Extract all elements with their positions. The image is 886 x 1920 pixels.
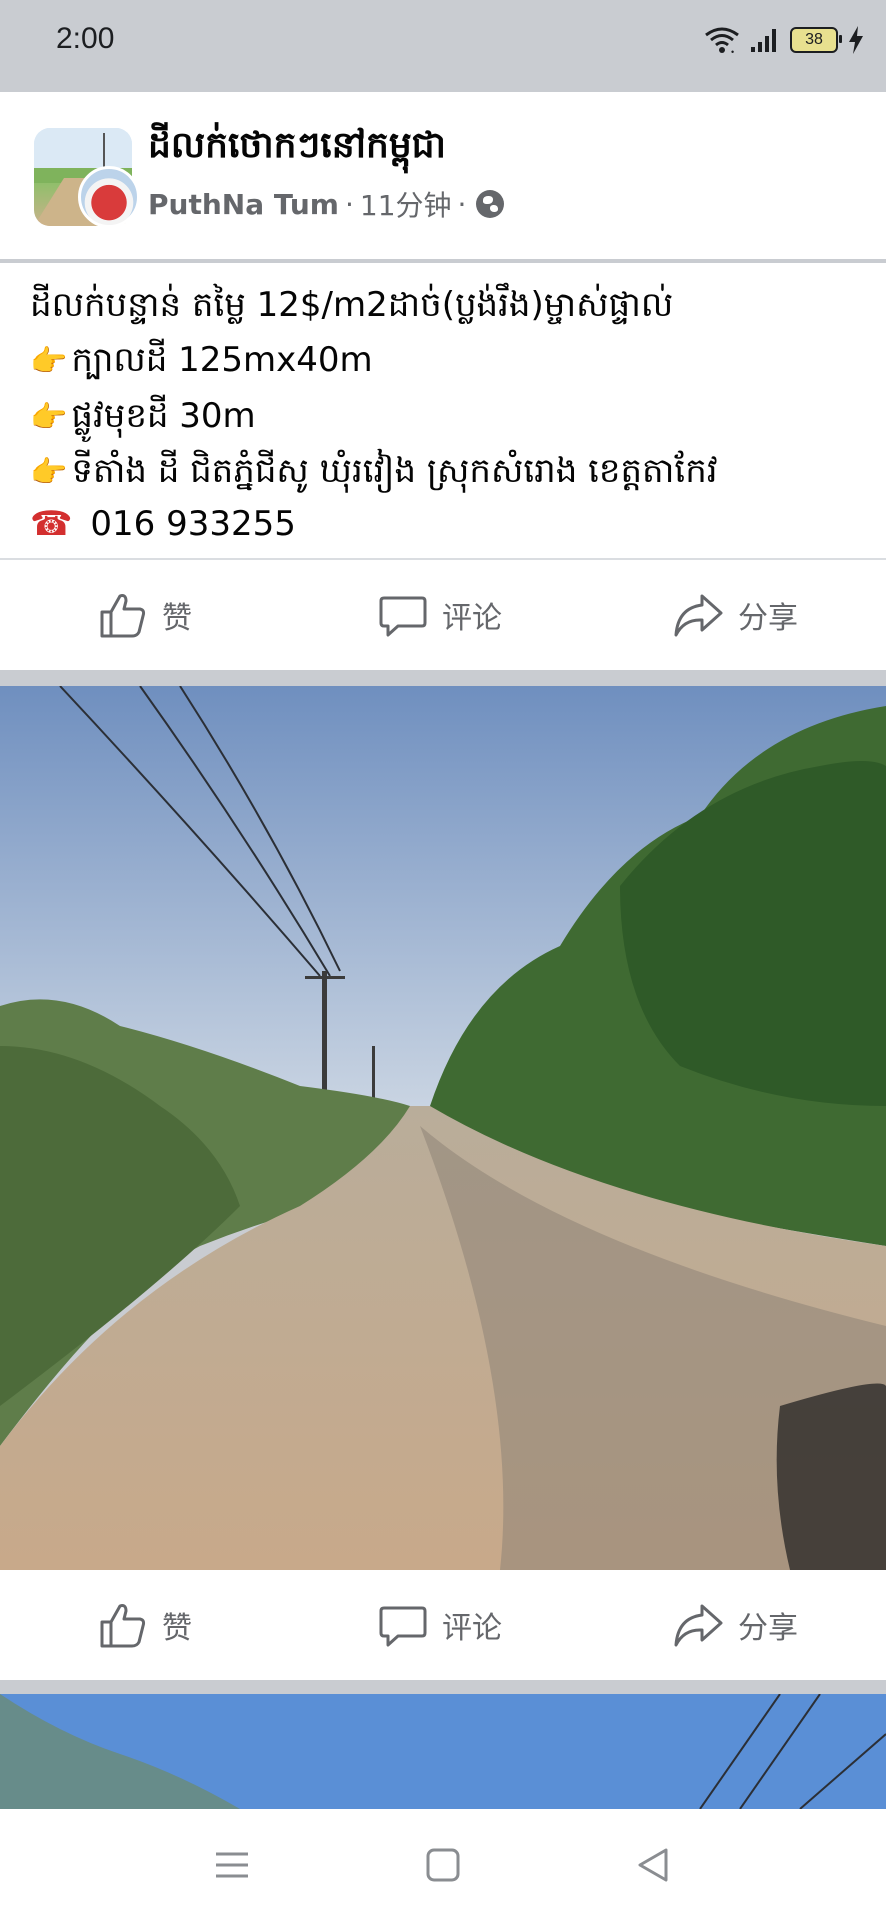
like-button[interactable]: 赞 xyxy=(98,1570,192,1680)
like-label: 赞 xyxy=(162,1611,192,1646)
like-label: 赞 xyxy=(162,601,192,636)
home-icon[interactable] xyxy=(423,1845,463,1885)
meta-separator: · xyxy=(344,187,354,221)
meta-separator: · xyxy=(457,187,467,221)
post-line: 👉 ទីតាំង ដី ជិតភ្នំជីសូ ឃុំរវៀង ស្រុកសំរោ… xyxy=(30,449,718,499)
comment-button[interactable]: 评论 xyxy=(378,560,502,670)
divider xyxy=(0,259,886,262)
pointing-hand-icon: 👉 xyxy=(30,344,68,379)
action-bar: 赞 评论 分享 xyxy=(0,560,886,670)
author-name[interactable]: PuthNa Tum xyxy=(148,188,339,221)
author-avatar[interactable] xyxy=(78,166,140,228)
comment-button[interactable]: 评论 xyxy=(378,1570,502,1680)
post-line: ដីលក់បន្ទាន់ តម្លៃ 12$/m2ដាច់(ប្លង់រឹង)ម… xyxy=(30,285,674,325)
telephone-icon: ☎ xyxy=(30,504,73,544)
post-line-text: ផ្លូវមុខដី 30m xyxy=(71,396,256,436)
land-photo xyxy=(0,686,886,1570)
comment-icon xyxy=(379,596,427,637)
comment-label: 评论 xyxy=(442,601,502,636)
next-post-photo[interactable] xyxy=(0,1694,886,1809)
post-line-text: ទីតាំង ដី ជិតភ្នំជីសូ ឃុំរវៀង ស្រុកសំរោង… xyxy=(71,451,718,491)
wifi-icon: • xyxy=(705,27,739,55)
signal-icon xyxy=(751,29,776,52)
pointing-hand-icon: 👉 xyxy=(30,455,68,490)
action-bar: 赞 评论 分享 xyxy=(0,1570,886,1680)
comment-icon xyxy=(379,1606,427,1647)
menu-icon[interactable] xyxy=(212,1845,252,1885)
share-button[interactable]: 分享 xyxy=(672,1570,798,1680)
status-icons: • 38 xyxy=(704,22,864,58)
status-bar: 2:00 • 38 xyxy=(0,0,886,92)
post-meta: PuthNa Tum · 11分钟 · xyxy=(148,184,505,224)
system-nav-bar xyxy=(0,1809,886,1920)
post-photo[interactable] xyxy=(0,686,886,1570)
battery-indicator: 38 xyxy=(790,27,842,53)
share-label: 分享 xyxy=(738,601,798,636)
post-line-text: ក្បាលដី 125mx40m xyxy=(71,340,373,380)
share-label: 分享 xyxy=(738,1611,798,1646)
svg-text:•: • xyxy=(731,47,734,55)
post-text: ដីលក់បន្ទាន់ តម្លៃ 12$/m2ដាច់(ប្លង់រឹង)ម… xyxy=(0,263,886,558)
like-button[interactable]: 赞 xyxy=(98,560,192,670)
globe-icon xyxy=(476,190,505,218)
comment-label: 评论 xyxy=(442,1611,502,1646)
pointing-hand-icon: 👉 xyxy=(30,400,68,435)
status-time: 2:00 xyxy=(56,22,115,55)
charging-icon xyxy=(849,26,863,54)
group-name[interactable]: ដីលក់ថោកៗនៅកម្ពុជា xyxy=(148,122,446,175)
sky-photo xyxy=(0,1694,886,1809)
share-icon xyxy=(674,1604,723,1647)
phone-number[interactable]: 016 933255 xyxy=(90,504,296,544)
post-line: ☎ 016 933255 xyxy=(30,504,296,544)
thumbs-up-icon xyxy=(100,594,146,638)
share-icon xyxy=(674,594,723,637)
post-line: 👉 ផ្លូវមុខដី 30m xyxy=(30,394,256,444)
share-button[interactable]: 分享 xyxy=(672,560,798,670)
thumbs-up-icon xyxy=(100,1604,146,1648)
post-header: ដីលក់ថោកៗនៅកម្ពុជា PuthNa Tum · 11分钟 · xyxy=(0,92,886,260)
back-icon[interactable] xyxy=(634,1845,674,1885)
post-line: 👉 ក្បាលដី 125mx40m xyxy=(30,338,373,388)
post-time[interactable]: 11分钟 xyxy=(360,184,452,224)
